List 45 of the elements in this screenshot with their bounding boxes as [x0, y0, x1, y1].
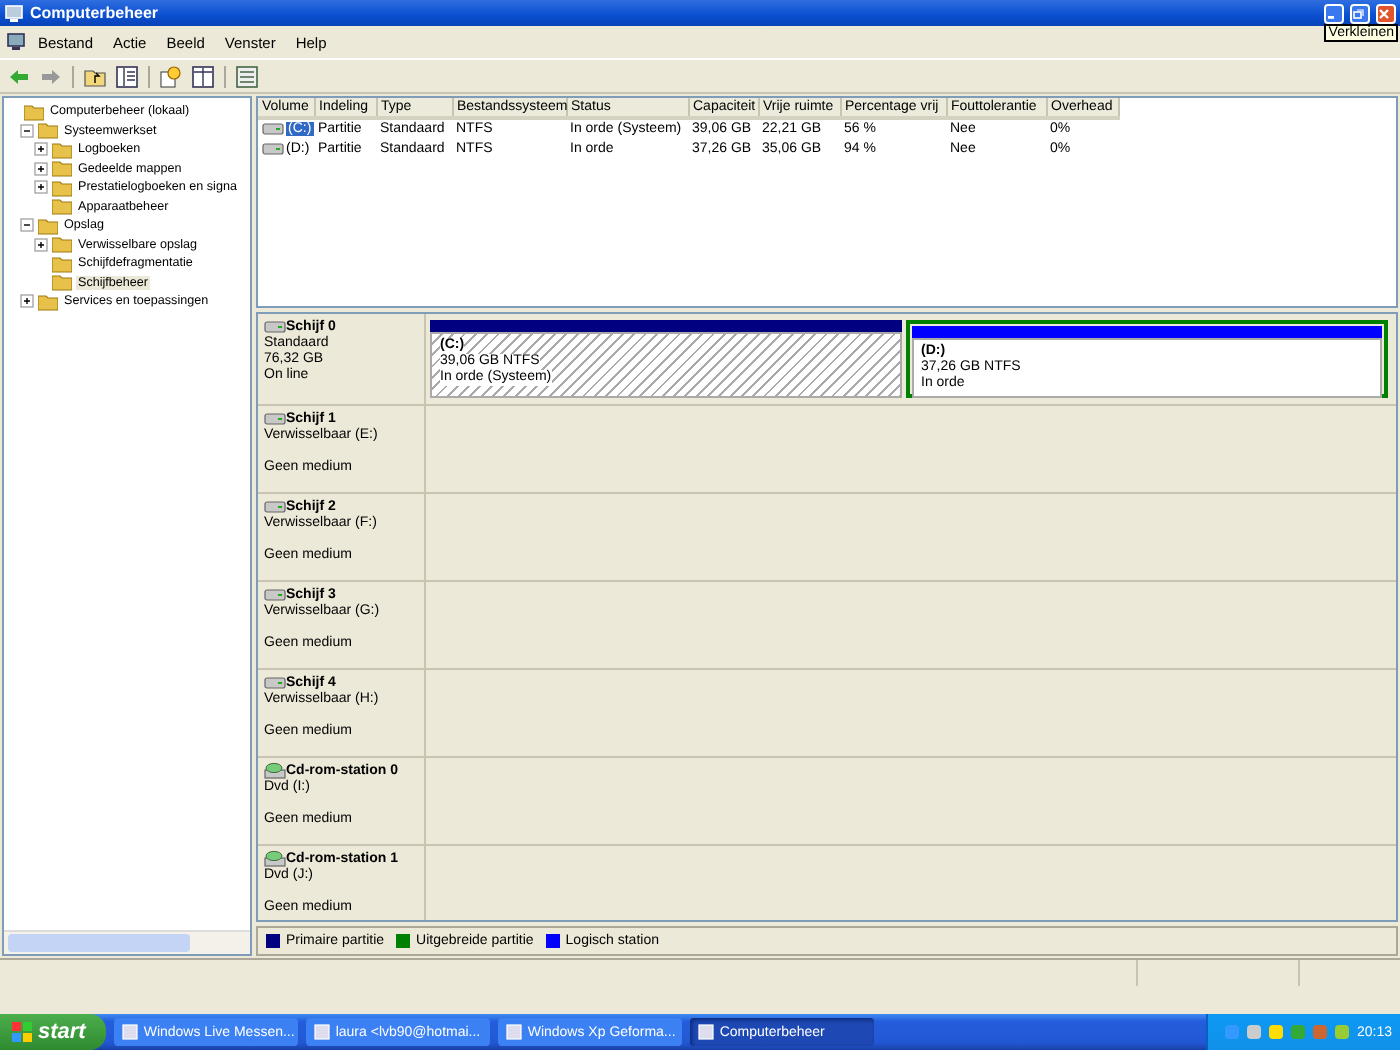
- folder-up-icon[interactable]: [84, 65, 106, 87]
- folder-icon: [52, 158, 72, 179]
- expand-icon[interactable]: [34, 237, 48, 252]
- drive-icon: [262, 139, 284, 158]
- window-icon: [313, 1024, 330, 1040]
- window-icon: [697, 1024, 714, 1040]
- windows-flag-icon: [12, 1022, 32, 1042]
- expand-icon[interactable]: [34, 180, 48, 195]
- cd-drive-icon: [264, 850, 286, 868]
- drive-icon: [262, 120, 284, 139]
- horizontal-scrollbar[interactable]: [4, 930, 250, 954]
- folder-icon: [38, 120, 58, 141]
- folder-icon: [38, 291, 58, 312]
- folder-icon: [52, 272, 72, 293]
- folder-icon: [24, 101, 44, 122]
- panel-icon[interactable]: [116, 65, 138, 87]
- cd-drive-icon: [264, 762, 286, 780]
- drive-icon: [264, 586, 286, 604]
- folder-icon: [52, 139, 72, 160]
- window-title: Computerbeheer: [30, 4, 159, 22]
- restore-button[interactable]: [1350, 3, 1370, 23]
- folder-icon: [52, 177, 72, 198]
- close-icon: [1378, 7, 1390, 19]
- expand-icon[interactable]: [34, 161, 48, 176]
- drive-icon: [264, 498, 286, 516]
- folder-icon: [52, 234, 72, 255]
- minimize-button[interactable]: [1324, 3, 1344, 23]
- restore-icon: [1352, 7, 1364, 19]
- drive-icon: [264, 318, 286, 336]
- drive-icon: [264, 410, 286, 428]
- collapse-icon[interactable]: [20, 123, 34, 138]
- collapse-icon[interactable]: [20, 218, 34, 233]
- folder-icon: [38, 215, 58, 236]
- close-button[interactable]: [1376, 3, 1396, 23]
- computer-icon: [4, 3, 24, 23]
- window-icon: [505, 1024, 522, 1040]
- folder-icon: [52, 253, 72, 274]
- drive-icon: [264, 674, 286, 692]
- folder-icon: [52, 196, 72, 217]
- window-icon[interactable]: [192, 65, 214, 87]
- expand-icon[interactable]: [20, 294, 34, 309]
- properties-icon[interactable]: [236, 65, 258, 87]
- expand-icon[interactable]: [34, 142, 48, 157]
- app-icon: [6, 32, 26, 52]
- window-icon: [121, 1024, 138, 1040]
